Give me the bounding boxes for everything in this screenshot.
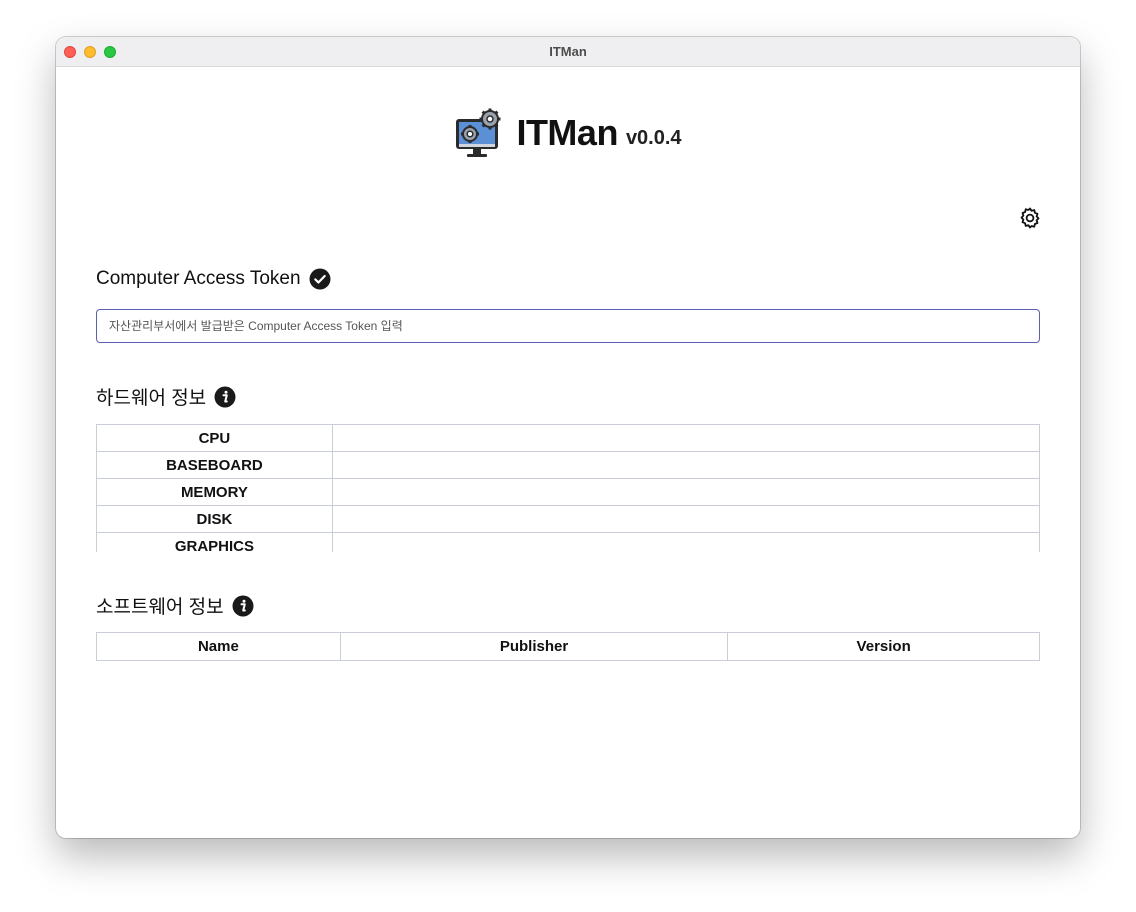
hardware-label: BASEBOARD [96,451,333,479]
app-window: ITMan ITMan v0.0.4 Computer Access Token… [56,37,1080,838]
hardware-value [331,478,1040,506]
app-header: ITMan v0.0.4 [56,107,1080,159]
close-window-button[interactable] [64,46,76,58]
column-header-version[interactable]: Version [727,632,1040,661]
token-section-title: Computer Access Token [96,268,301,289]
info-circle-icon[interactable] [232,595,254,617]
table-header-row: Name Publisher Version [96,632,1040,661]
hardware-section-header: 하드웨어 정보 [96,383,236,410]
table-row: BASEBOARD [96,451,1040,479]
maximize-window-button[interactable] [104,46,116,58]
software-section-title: 소프트웨어 정보 [96,597,224,618]
hardware-label: CPU [96,424,333,452]
hardware-value [331,424,1040,452]
hardware-table-container[interactable]: CPU BASEBOARD MEMORY DISK GRAPHICS [96,424,1040,552]
window-title: ITMan [549,44,587,59]
hardware-value [331,532,1040,552]
hardware-section-title: 하드웨어 정보 [96,388,207,409]
app-version: v0.0.4 [625,126,682,149]
info-circle-icon[interactable] [214,386,236,408]
check-circle-icon [309,268,331,290]
token-section-header: Computer Access Token [96,268,331,290]
app-name: ITMan [516,112,618,153]
column-header-name[interactable]: Name [96,632,341,661]
computer-gears-icon [456,108,501,157]
minimize-window-button[interactable] [84,46,96,58]
software-section-header: 소프트웨어 정보 [96,592,254,619]
hardware-label: GRAPHICS [96,532,333,552]
table-row: GRAPHICS [96,532,1040,552]
table-row: DISK [96,505,1040,533]
column-header-publisher[interactable]: Publisher [339,632,729,661]
software-table: Name Publisher Version [96,632,1040,661]
hardware-table: CPU BASEBOARD MEMORY DISK GRAPHICS [96,424,1040,552]
hardware-value [331,505,1040,533]
hardware-label: DISK [96,505,333,533]
table-row: CPU [96,424,1040,452]
title-bar[interactable]: ITMan [56,37,1080,67]
hardware-value [331,451,1040,479]
gear-icon[interactable] [1018,206,1042,230]
access-token-input[interactable] [96,309,1040,343]
hardware-label: MEMORY [96,478,333,506]
table-row: MEMORY [96,478,1040,506]
